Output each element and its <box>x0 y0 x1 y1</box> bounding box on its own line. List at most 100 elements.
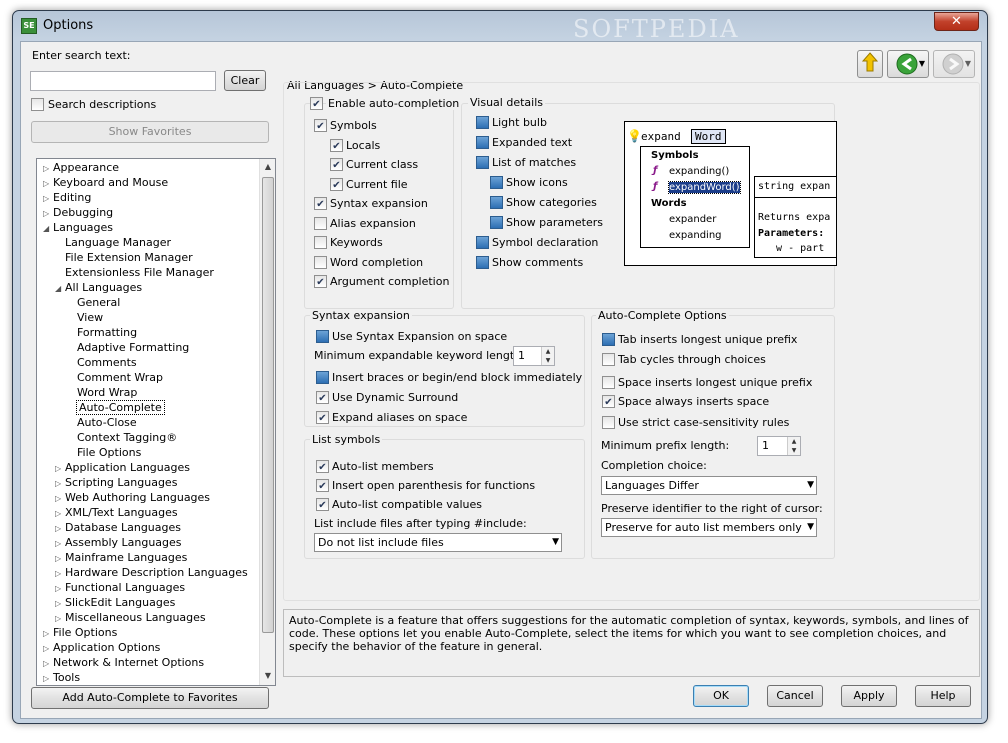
list-include-select[interactable]: Do not list include files ▼ <box>314 533 562 552</box>
tree-item[interactable]: File Options <box>67 445 141 460</box>
collapsed-arrow-icon[interactable]: ▷ <box>55 566 65 581</box>
tab-inserts-checkbox[interactable] <box>602 333 615 346</box>
tree-item[interactable]: Auto-Close <box>67 415 137 430</box>
collapsed-arrow-icon[interactable]: ▷ <box>55 581 65 596</box>
enable-item-checkbox[interactable] <box>314 255 327 269</box>
enable-autocompletion-checkbox[interactable] <box>310 97 323 110</box>
expanded-arrow-icon[interactable]: ◢ <box>55 281 65 296</box>
back-button[interactable]: ▼ <box>887 50 929 78</box>
enable-item-checkbox[interactable] <box>314 119 327 132</box>
up-button[interactable] <box>857 50 883 78</box>
tree-item[interactable]: View <box>67 310 103 325</box>
enable-item-checkbox[interactable] <box>314 275 327 288</box>
strict-case-checkbox[interactable] <box>602 416 615 429</box>
tree-item[interactable]: ▷ Mainframe Languages <box>55 550 187 565</box>
tree-item[interactable]: ▷ Debugging <box>43 205 113 220</box>
visual-item-checkbox[interactable] <box>476 236 489 249</box>
spin-up-icon[interactable]: ▲ <box>541 347 554 356</box>
tree-item[interactable]: Language Manager <box>55 235 171 250</box>
min-prefix-spinner[interactable]: 1 ▲ ▼ <box>757 436 801 456</box>
tree-item[interactable]: ▷ Database Languages <box>55 520 181 535</box>
tree-item[interactable]: ▷ XML/Text Languages <box>55 505 178 520</box>
tree-item[interactable]: ▷ Keyboard and Mouse <box>43 175 168 190</box>
collapsed-arrow-icon[interactable]: ▷ <box>55 611 65 626</box>
tree-item[interactable]: General <box>67 295 120 310</box>
tree-item[interactable]: Comment Wrap <box>67 370 163 385</box>
tree-item[interactable]: ▷ Network & Internet Options <box>43 655 204 670</box>
tree-item[interactable]: ▷ Tools <box>43 670 80 685</box>
expanded-arrow-icon[interactable]: ◢ <box>43 221 53 236</box>
tree-item[interactable]: Word Wrap <box>67 385 137 400</box>
collapsed-arrow-icon[interactable]: ▷ <box>55 521 65 536</box>
expand-aliases-checkbox[interactable] <box>316 411 329 424</box>
collapsed-arrow-icon[interactable]: ▷ <box>55 551 65 566</box>
add-to-favorites-button[interactable]: Add Auto-Complete to Favorites <box>31 687 269 709</box>
tree-item[interactable]: ▷ Application Languages <box>55 460 190 475</box>
visual-item-checkbox[interactable] <box>476 136 489 149</box>
tree-item[interactable]: ▷ Miscellaneous Languages <box>55 610 206 625</box>
visual-item-checkbox[interactable] <box>476 256 489 269</box>
collapsed-arrow-icon[interactable]: ▷ <box>55 476 65 491</box>
cancel-button[interactable]: Cancel <box>767 685 823 707</box>
visual-item-checkbox[interactable] <box>490 196 503 209</box>
visual-item-checkbox[interactable] <box>476 116 489 129</box>
collapsed-arrow-icon[interactable]: ▷ <box>55 536 65 551</box>
show-favorites-button[interactable]: Show Favorites <box>31 121 269 143</box>
collapsed-arrow-icon[interactable]: ▷ <box>43 626 53 641</box>
completion-choice-select[interactable]: Languages Differ ▼ <box>601 476 817 495</box>
tree-item[interactable]: ▷ Assembly Languages <box>55 535 182 550</box>
scroll-up-icon[interactable]: ▲ <box>260 159 275 175</box>
insert-braces-checkbox[interactable] <box>316 371 329 384</box>
enable-item-checkbox[interactable] <box>314 216 327 230</box>
tree-item[interactable]: File Extension Manager <box>55 250 193 265</box>
ok-button[interactable]: OK <box>693 685 749 707</box>
tree-item[interactable]: Adaptive Formatting <box>67 340 189 355</box>
space-inserts-checkbox[interactable] <box>602 376 615 389</box>
tree-item[interactable]: ▷ Web Authoring Languages <box>55 490 210 505</box>
collapsed-arrow-icon[interactable]: ▷ <box>55 491 65 506</box>
scroll-thumb[interactable] <box>262 177 274 633</box>
collapsed-arrow-icon[interactable]: ▷ <box>43 641 53 656</box>
visual-item-checkbox[interactable] <box>490 216 503 229</box>
enable-item-checkbox[interactable] <box>314 236 327 249</box>
tree-item[interactable]: Context Tagging® <box>67 430 177 445</box>
auto-list-compatible-checkbox[interactable] <box>316 498 329 511</box>
tree-item[interactable]: ▷ Functional Languages <box>55 580 185 595</box>
close-button[interactable]: ✕ <box>934 12 979 31</box>
clear-button[interactable]: Clear <box>224 70 266 91</box>
back-dropdown-icon[interactable]: ▼ <box>919 59 925 68</box>
use-syntax-expansion-checkbox[interactable] <box>316 330 329 343</box>
collapsed-arrow-icon[interactable]: ▷ <box>43 176 53 191</box>
tree-item[interactable]: ▷ Scripting Languages <box>55 475 177 490</box>
search-input[interactable] <box>30 71 216 91</box>
min-keyword-length-spinner[interactable]: 1 ▲ ▼ <box>513 346 555 366</box>
insert-open-paren-checkbox[interactable] <box>316 479 329 492</box>
tree-item[interactable]: Extensionless File Manager <box>55 265 214 280</box>
tree-item[interactable]: ▷ Appearance <box>43 160 119 175</box>
enable-item-checkbox[interactable] <box>330 177 343 191</box>
collapsed-arrow-icon[interactable]: ▷ <box>43 161 53 176</box>
spin-down-icon[interactable]: ▼ <box>787 446 800 455</box>
forward-dropdown-icon[interactable]: ▼ <box>965 59 971 68</box>
preserve-identifier-select[interactable]: Preserve for auto list members only ▼ <box>601 518 817 537</box>
visual-item-checkbox[interactable] <box>476 156 489 169</box>
tree-item[interactable]: ▷ File Options <box>43 625 117 640</box>
collapsed-arrow-icon[interactable]: ▷ <box>55 596 65 611</box>
tree-item[interactable]: ▷ Application Options <box>43 640 160 655</box>
enable-item-checkbox[interactable] <box>330 138 343 152</box>
enable-item-checkbox[interactable] <box>314 197 327 210</box>
collapsed-arrow-icon[interactable]: ▷ <box>43 206 53 221</box>
visual-item-checkbox[interactable] <box>490 176 503 189</box>
collapsed-arrow-icon[interactable]: ▷ <box>43 656 53 671</box>
tree-item[interactable]: ◢ Languages <box>43 220 113 235</box>
apply-button[interactable]: Apply <box>841 685 897 707</box>
space-always-checkbox[interactable] <box>602 395 615 408</box>
tree-item[interactable]: ▷ SlickEdit Languages <box>55 595 175 610</box>
auto-list-members-checkbox[interactable] <box>316 460 329 473</box>
spin-up-icon[interactable]: ▲ <box>787 437 800 446</box>
tree-scrollbar[interactable]: ▲ ▼ <box>259 159 275 685</box>
spin-down-icon[interactable]: ▼ <box>541 356 554 365</box>
collapsed-arrow-icon[interactable]: ▷ <box>55 506 65 521</box>
dynamic-surround-checkbox[interactable] <box>316 391 329 404</box>
tree-item[interactable]: ▷ Editing <box>43 190 91 205</box>
